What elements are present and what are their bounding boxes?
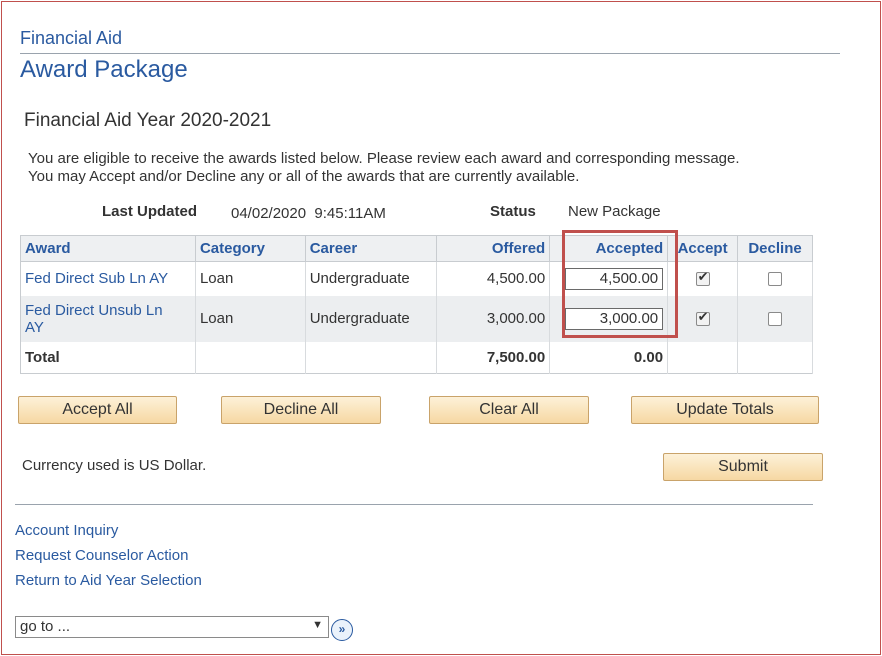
- award-offered: 4,500.00: [436, 261, 551, 296]
- decline-cell: [737, 295, 813, 342]
- award-table: Award Category Career Offered Accepted A…: [20, 235, 813, 374]
- award-name-link[interactable]: Fed Direct Sub Ln AY: [20, 261, 196, 296]
- aid-year-heading: Financial Aid Year 2020-2021: [24, 110, 272, 131]
- award-offered: 3,000.00: [436, 295, 551, 342]
- col-header-decline[interactable]: Decline: [737, 235, 813, 262]
- currency-note: Currency used is US Dollar.: [22, 457, 207, 474]
- instructions: You are eligible to receive the awards l…: [28, 150, 828, 186]
- decline-checkbox[interactable]: [768, 312, 783, 327]
- award-category: Loan: [195, 295, 306, 342]
- decline-all-button[interactable]: Decline All: [221, 396, 381, 424]
- section-divider: [15, 504, 813, 505]
- col-header-career[interactable]: Career: [305, 235, 437, 262]
- total-label: Total: [20, 341, 196, 374]
- title-divider: [20, 53, 840, 54]
- table-row: Fed Direct Sub Ln AY Loan Undergraduate …: [20, 261, 813, 296]
- award-name-text[interactable]: Fed Direct Unsub Ln AY: [25, 302, 183, 336]
- col-header-category[interactable]: Category: [195, 235, 306, 262]
- page-title: Award Package: [20, 56, 188, 83]
- total-offered: 7,500.00: [436, 341, 551, 374]
- col-header-award[interactable]: Award: [20, 235, 196, 262]
- return-aid-year-link[interactable]: Return to Aid Year Selection: [15, 572, 202, 589]
- total-accepted: 0.00: [549, 341, 669, 374]
- go-arrow-icon[interactable]: »: [331, 619, 353, 641]
- status-label: Status: [490, 203, 536, 220]
- empty-cell: [667, 341, 739, 374]
- goto-select[interactable]: go to ... ▼: [15, 616, 329, 638]
- accept-all-button[interactable]: Accept All: [18, 396, 177, 424]
- request-counselor-link[interactable]: Request Counselor Action: [15, 547, 188, 564]
- decline-cell: [737, 261, 813, 296]
- last-updated-label: Last Updated: [102, 203, 198, 220]
- col-header-accept[interactable]: Accept: [667, 235, 739, 262]
- submit-button[interactable]: Submit: [663, 453, 823, 481]
- total-row: Total 7,500.00 0.00: [20, 341, 813, 374]
- status-value: New Package: [568, 203, 661, 220]
- accept-checkbox[interactable]: [695, 310, 710, 327]
- last-updated-value: 04/02/2020 9:45:11AM: [231, 205, 386, 222]
- goto-select-value: go to ...: [20, 618, 71, 635]
- empty-cell: [737, 341, 813, 374]
- award-career: Undergraduate: [305, 261, 437, 296]
- instructions-line-1: You are eligible to receive the awards l…: [28, 150, 740, 167]
- update-totals-button[interactable]: Update Totals: [631, 396, 819, 424]
- award-category: Loan: [195, 261, 306, 296]
- clear-all-button[interactable]: Clear All: [429, 396, 589, 424]
- empty-cell: [195, 341, 306, 374]
- accepted-column-highlight: [562, 230, 678, 338]
- account-inquiry-link[interactable]: Account Inquiry: [15, 522, 118, 539]
- accept-cell: [667, 261, 739, 296]
- table-row: Fed Direct Unsub Ln AY Loan Undergraduat…: [20, 295, 813, 342]
- accept-cell: [667, 295, 739, 342]
- decline-checkbox[interactable]: [768, 272, 783, 287]
- col-header-offered[interactable]: Offered: [436, 235, 551, 262]
- award-name-link[interactable]: Fed Direct Unsub Ln AY: [20, 295, 196, 342]
- accept-checkbox[interactable]: [695, 270, 710, 287]
- empty-cell: [305, 341, 437, 374]
- breadcrumb: Financial Aid: [20, 28, 123, 48]
- award-career: Undergraduate: [305, 295, 437, 342]
- dropdown-arrow-icon: ▼: [312, 619, 323, 631]
- instructions-line-2: You may Accept and/or Decline any or all…: [28, 168, 580, 185]
